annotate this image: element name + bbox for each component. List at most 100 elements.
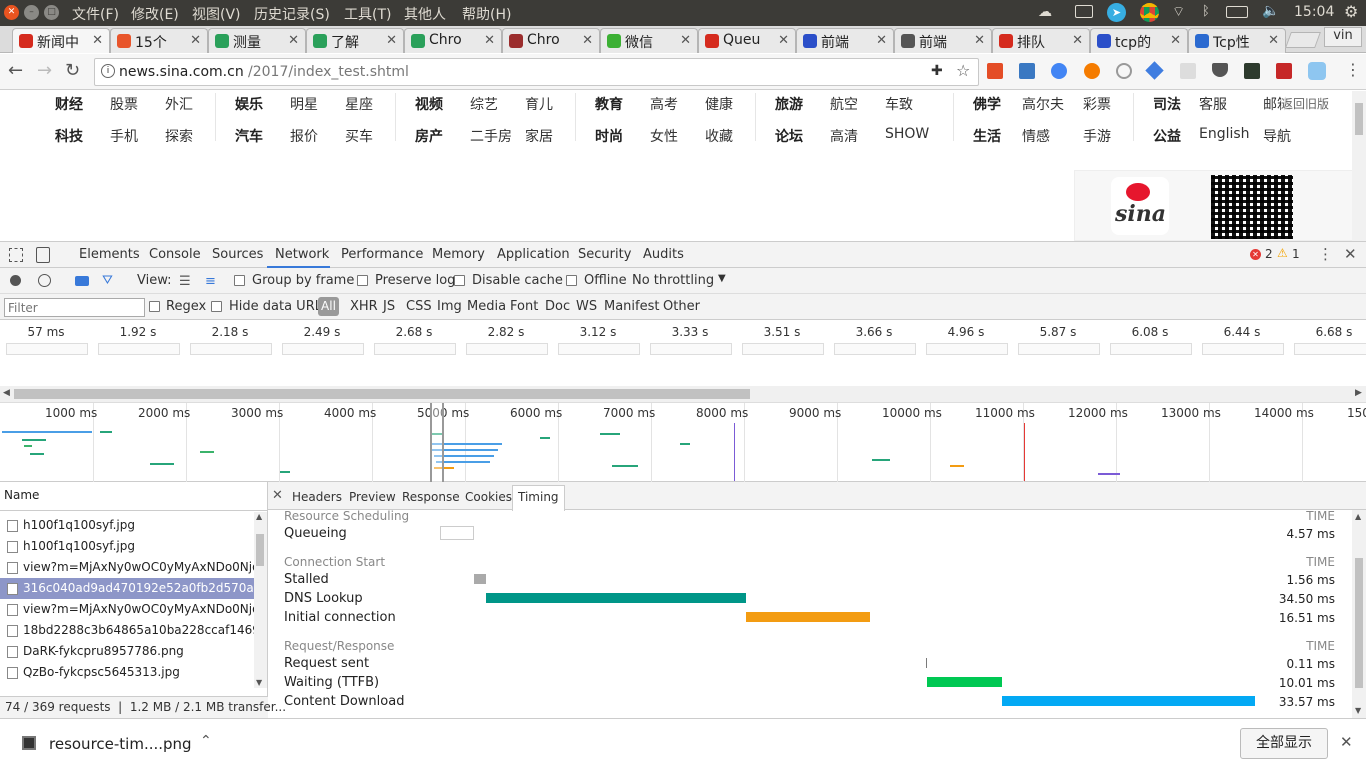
detail-scroll-thumb[interactable] (1355, 558, 1363, 688)
download-item[interactable]: resource-tim....png ⌃ (8, 727, 223, 761)
filter-all-button[interactable]: All (318, 297, 339, 316)
throttling-select[interactable]: No throttling (632, 273, 714, 288)
network-overview-timeline[interactable]: 1000 ms 2000 ms 3000 ms 4000 ms 5000 ms 6000 … (0, 402, 1366, 483)
nav-link[interactable]: 财经 (55, 94, 83, 114)
nav-link[interactable]: 星座 (345, 94, 373, 114)
detail-scrollbar[interactable]: ▲ ▼ (1352, 510, 1366, 718)
address-bar[interactable]: i news.sina.com.cn /2017/index_test.shtm… (94, 58, 979, 86)
browser-tab-9[interactable]: 前端 ✕ (796, 28, 894, 53)
nav-link[interactable]: 生活 (973, 126, 1001, 146)
extension-puzzle-icon[interactable]: ✚ (931, 63, 943, 79)
nav-link[interactable]: 视频 (415, 94, 443, 114)
forward-icon[interactable]: → (37, 60, 52, 81)
large-rows-icon[interactable]: ☰ (179, 274, 191, 289)
film-frame-thumbnail[interactable] (98, 343, 180, 355)
scroll-down-icon[interactable]: ▼ (1355, 706, 1361, 715)
scroll-left-icon[interactable]: ◀ (3, 388, 10, 398)
nav-link[interactable]: 二手房 (470, 126, 512, 146)
nav-link[interactable]: 房产 (415, 126, 443, 146)
tab-headers[interactable]: Headers (292, 490, 342, 504)
close-detail-icon[interactable]: ✕ (272, 488, 283, 503)
close-tab-icon[interactable]: ✕ (1170, 33, 1181, 48)
settings-gear-icon[interactable]: ⚙ (1344, 2, 1358, 21)
nav-link[interactable]: 情感 (1022, 126, 1050, 146)
close-tab-icon[interactable]: ✕ (484, 33, 495, 48)
weather-icon[interactable]: ☁ (1038, 4, 1052, 20)
clear-icon[interactable] (38, 274, 51, 287)
extension-grey-icon[interactable] (1180, 63, 1196, 79)
record-icon[interactable] (10, 275, 21, 286)
close-tab-icon[interactable]: ✕ (1268, 33, 1279, 48)
extension-blue-icon[interactable] (1019, 63, 1035, 79)
minimize-window-button[interactable]: – (24, 5, 39, 20)
devtools-tab-console[interactable]: Console (149, 247, 201, 262)
nav-link[interactable]: 育儿 (525, 94, 553, 114)
close-window-button[interactable]: ✕ (4, 5, 19, 20)
page-scrollbar[interactable] (1352, 91, 1366, 241)
inspect-element-icon[interactable] (9, 248, 23, 262)
filmstrip-scroll-thumb[interactable] (14, 389, 750, 399)
close-tab-icon[interactable]: ✕ (680, 33, 691, 48)
filter-img[interactable]: Img (437, 299, 462, 314)
browser-tab-13[interactable]: Tcp性 ✕ (1188, 28, 1286, 53)
nav-link[interactable]: 车致 (885, 94, 913, 114)
browser-tab-2[interactable]: 15个 ✕ (110, 28, 208, 53)
request-row[interactable]: view?m=MjAxNy0wOC0yMyAxNDo0Njo1... (0, 557, 254, 578)
film-frame-thumbnail[interactable] (282, 343, 364, 355)
clock[interactable]: 15:04 (1294, 4, 1334, 20)
nav-link[interactable]: 导航 (1263, 126, 1291, 146)
browser-tab-4[interactable]: 了解 ✕ (306, 28, 404, 53)
menu-file[interactable]: 文件(F) (72, 4, 119, 24)
disable-cache-label[interactable]: Disable cache (472, 273, 563, 288)
browser-tab-8[interactable]: Queu ✕ (698, 28, 796, 53)
devtools-tab-elements[interactable]: Elements (79, 247, 140, 262)
overview-selection-window[interactable] (430, 403, 444, 483)
menu-history[interactable]: 历史记录(S) (254, 4, 330, 24)
nav-link[interactable]: English (1199, 126, 1250, 142)
extension-orange-icon[interactable] (1084, 63, 1100, 79)
new-tab-button[interactable] (1285, 32, 1321, 48)
devtools-tab-sources[interactable]: Sources (212, 247, 263, 262)
keyboard-icon[interactable] (1075, 5, 1093, 18)
nav-link[interactable]: 客服 (1199, 94, 1227, 114)
nav-link[interactable]: 收藏 (705, 126, 733, 146)
filter-media[interactable]: Media (467, 299, 506, 314)
menu-people[interactable]: 其他人 (404, 4, 446, 24)
film-frame-thumbnail[interactable] (6, 343, 88, 355)
error-count[interactable]: 2 (1265, 247, 1273, 261)
back-icon[interactable]: ← (8, 60, 23, 81)
film-frame-thumbnail[interactable] (742, 343, 824, 355)
devtools-menu-icon[interactable]: ⋮ (1318, 245, 1333, 263)
film-frame-thumbnail[interactable] (650, 343, 732, 355)
devtools-tab-network[interactable]: Network (275, 247, 329, 262)
film-frame-thumbnail[interactable] (1110, 343, 1192, 355)
hide-data-urls-label[interactable]: Hide data URLs (229, 299, 329, 314)
wifi-icon[interactable]: ⌔ (1172, 3, 1185, 21)
nav-link[interactable]: 公益 (1153, 126, 1181, 146)
tab-response[interactable]: Response (402, 490, 460, 504)
devtools-tab-security[interactable]: Security (578, 247, 631, 262)
browser-tab-12[interactable]: tcp的 ✕ (1090, 28, 1188, 53)
nav-link[interactable]: 彩票 (1083, 94, 1111, 114)
nav-link[interactable]: 教育 (595, 94, 623, 114)
request-row[interactable]: 316c040ad9ad470192e52a0fb2d570a8.jpg (0, 578, 254, 599)
menu-edit[interactable]: 修改(E) (131, 4, 179, 24)
browser-tab-11[interactable]: 排队 ✕ (992, 28, 1090, 53)
close-download-shelf-icon[interactable]: ✕ (1340, 733, 1353, 751)
nav-link[interactable]: 报价 (290, 126, 318, 146)
nav-link[interactable]: 高清 (830, 126, 858, 146)
browser-tab-7[interactable]: 微信 ✕ (600, 28, 698, 53)
nav-link[interactable]: 佛学 (973, 94, 1001, 114)
film-frame-thumbnail[interactable] (1294, 343, 1366, 355)
nav-link[interactable]: 旅游 (775, 94, 803, 114)
devtools-tab-performance[interactable]: Performance (341, 247, 423, 262)
profile-button[interactable]: vin (1324, 27, 1362, 47)
filter-js[interactable]: JS (383, 299, 395, 314)
close-devtools-icon[interactable]: ✕ (1344, 245, 1357, 263)
close-tab-icon[interactable]: ✕ (778, 33, 789, 48)
nav-link[interactable]: 股票 (110, 94, 138, 114)
pocket-icon[interactable] (1212, 63, 1228, 77)
close-tab-icon[interactable]: ✕ (876, 33, 887, 48)
nav-link[interactable]: SHOW (885, 126, 929, 142)
film-frame-thumbnail[interactable] (926, 343, 1008, 355)
